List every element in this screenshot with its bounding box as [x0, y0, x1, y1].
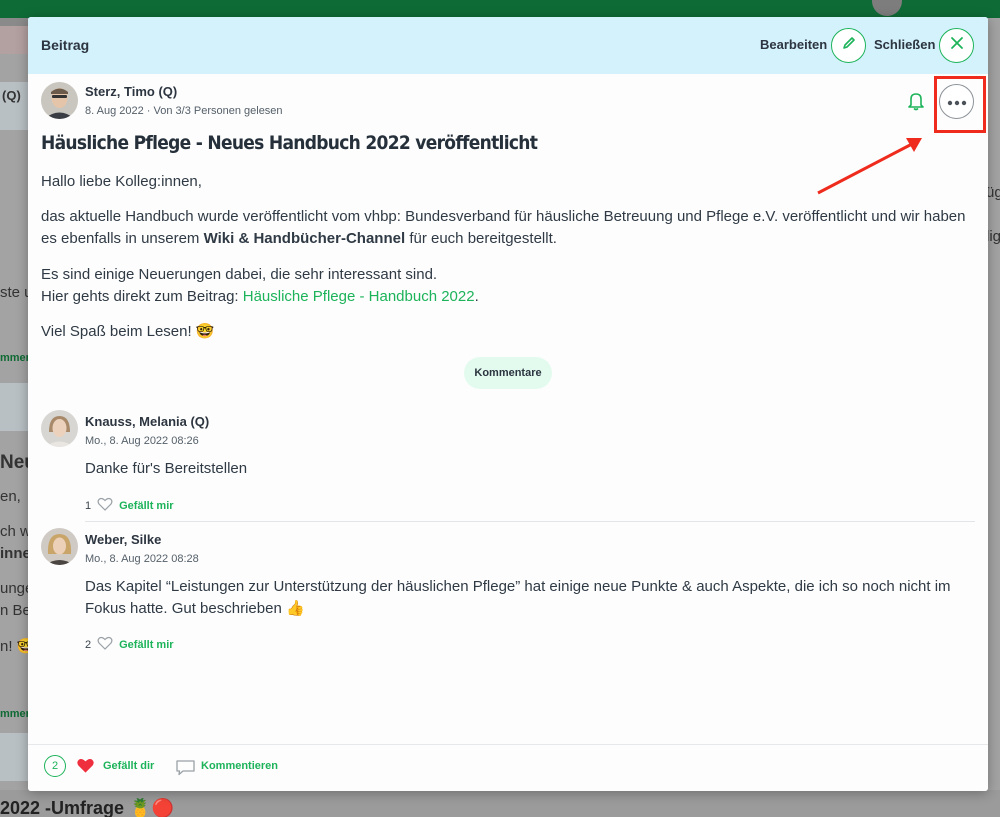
post-paragraph: Es sind einige Neuerungen dabei, die seh…: [41, 264, 971, 308]
background-text: n Be: [0, 602, 31, 619]
avatar[interactable]: [41, 410, 78, 447]
background-text: lig: [986, 228, 1000, 245]
post-footer: 2 Gefällt dir Kommentieren: [28, 744, 988, 791]
post-author[interactable]: Sterz, Timo (Q): [85, 84, 177, 99]
close-label[interactable]: Schließen: [874, 37, 935, 52]
comments-toggle-button[interactable]: Kommentare: [464, 357, 552, 389]
comment-like-row: 2 Gefällt mir: [85, 636, 174, 653]
post-paragraph: das aktuelle Handbuch wurde veröffentlic…: [41, 206, 971, 250]
post-meta: 8. Aug 2022 · Von 3/3 Personen gelesen: [85, 105, 283, 117]
like-button[interactable]: Gefällt mir: [119, 639, 173, 651]
avatar[interactable]: [41, 528, 78, 565]
like-count: 1: [85, 499, 92, 512]
heart-outline-icon[interactable]: [97, 497, 113, 514]
comment-like-row: 1 Gefällt mir: [85, 497, 174, 514]
comment-divider: [85, 521, 975, 522]
pencil-icon: [842, 36, 856, 55]
background-text: inne: [0, 545, 31, 562]
background-avatar-strip: [0, 26, 28, 54]
post-text: Hier gehts direkt zum Beitrag:: [41, 288, 243, 305]
comment-icon[interactable]: [175, 759, 196, 781]
close-icon: [950, 36, 964, 55]
annotation-arrow-icon: [817, 138, 922, 195]
comment-button[interactable]: Kommentieren: [201, 760, 278, 772]
background-text: ch w: [0, 523, 31, 540]
comment-author[interactable]: Weber, Silke: [85, 532, 161, 547]
background-card-edge: [0, 18, 28, 26]
post-text: Es sind einige Neuerungen dabei, die seh…: [41, 266, 438, 283]
background-text: (Q): [2, 88, 21, 103]
background-feed-right: [988, 18, 1000, 817]
comment-author[interactable]: Knauss, Melania (Q): [85, 414, 209, 429]
background-text: üg: [986, 184, 1000, 201]
post-title: Häusliche Pflege - Neues Handbuch 2022 v…: [41, 132, 538, 154]
like-count: 2: [85, 638, 92, 651]
background-post-title: 2022 -Umfrage 🍍🔴: [0, 798, 174, 817]
avatar[interactable]: [41, 82, 78, 119]
channel-name[interactable]: Wiki & Handbücher-Channel: [204, 230, 406, 247]
post-text: für euch bereitgestellt.: [405, 230, 557, 247]
heart-outline-icon[interactable]: [97, 636, 113, 653]
comment-text: Das Kapitel “Leistungen zur Unterstützun…: [85, 578, 951, 617]
liked-label[interactable]: Gefällt dir: [103, 760, 154, 772]
like-button[interactable]: Gefällt mir: [119, 500, 173, 512]
comment-time: Mo., 8. Aug 2022 08:26: [85, 435, 199, 447]
highlight-box: [934, 76, 986, 133]
post-greeting: Hallo liebe Kolleg:innen,: [41, 173, 202, 190]
modal-title: Beitrag: [41, 37, 90, 53]
background-card-header: [0, 383, 28, 431]
post-text: .: [474, 288, 479, 305]
modal-header: Beitrag Bearbeiten Schließen: [28, 17, 988, 74]
close-button[interactable]: [939, 28, 974, 63]
heart-filled-icon[interactable]: [76, 757, 95, 779]
handbook-link[interactable]: Häusliche Pflege - Handbuch 2022: [243, 288, 475, 305]
bell-icon[interactable]: [907, 91, 925, 116]
comment-text: Danke für's Bereitstellen: [85, 460, 248, 477]
background-text: en,: [0, 488, 21, 505]
like-count-badge[interactable]: 2: [44, 755, 66, 777]
background-card-header: [0, 733, 28, 781]
app-topbar: [0, 0, 1000, 18]
edit-button[interactable]: [831, 28, 866, 63]
post-closing: Viel Spaß beim Lesen! 🤓: [41, 323, 215, 340]
comment-time: Mo., 8. Aug 2022 08:28: [85, 553, 199, 565]
edit-label[interactable]: Bearbeiten: [760, 37, 827, 52]
